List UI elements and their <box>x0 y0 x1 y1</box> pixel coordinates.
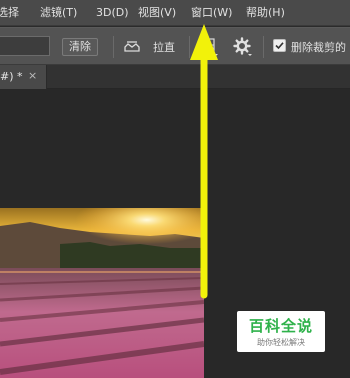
clear-button[interactable]: 清除 <box>62 38 98 56</box>
watermark-logo: 百科全说 助你轻松解决 <box>237 311 325 352</box>
separator <box>113 36 114 58</box>
menu-filter[interactable]: 滤镜(T) <box>40 0 77 26</box>
ratio-input[interactable] <box>0 36 50 56</box>
straighten-label[interactable]: 拉直 <box>153 39 175 55</box>
separator <box>189 36 190 58</box>
options-bar: 清除 拉直 删除裁剪的 <box>0 27 350 65</box>
close-icon[interactable]: × <box>28 69 37 82</box>
document-tab-bar: #) * × <box>0 65 350 89</box>
separator <box>263 36 264 58</box>
straighten-icon[interactable] <box>123 39 141 54</box>
menu-help[interactable]: 帮助(H) <box>246 0 285 26</box>
grid-overlay-icon[interactable] <box>201 36 219 58</box>
tulip-field-photo <box>0 208 204 378</box>
gear-icon[interactable] <box>233 37 253 57</box>
menu-select[interactable]: 选择 <box>0 0 19 26</box>
menu-bar: 选择 滤镜(T) 3D(D) 视图(V) 窗口(W) 帮助(H) <box>0 0 350 26</box>
delete-cropped-pixels-label[interactable]: 删除裁剪的 <box>291 39 346 55</box>
menu-window[interactable]: 窗口(W) <box>191 0 232 26</box>
checkbox-checked-icon[interactable] <box>273 39 286 52</box>
watermark-title: 百科全说 <box>248 317 313 335</box>
watermark-subtitle: 助你轻松解决 <box>257 338 305 347</box>
menu-view[interactable]: 视图(V) <box>138 0 176 26</box>
document-tab[interactable]: #) * × <box>0 65 47 89</box>
menu-3d[interactable]: 3D(D) <box>96 0 129 26</box>
document-tab-label: #) * <box>0 70 23 83</box>
